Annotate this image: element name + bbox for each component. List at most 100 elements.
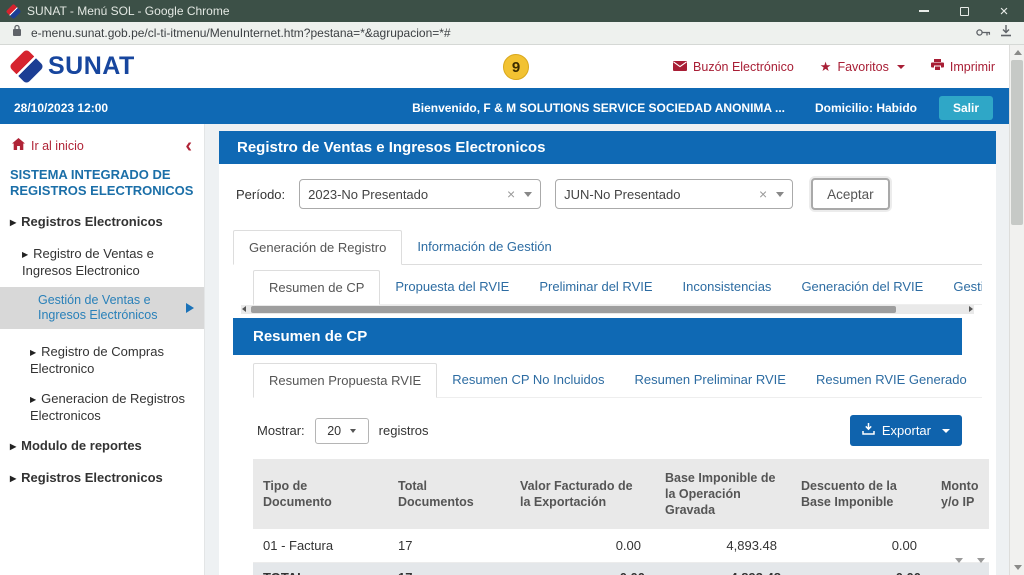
table-header-row: Tipo de Documento Total Documentos Valor… xyxy=(253,459,989,529)
col-base-imponible: Base Imponible de la Operación Gravada xyxy=(655,459,791,529)
lock-icon[interactable] xyxy=(12,24,22,42)
exportar-button[interactable]: Exportar xyxy=(850,415,962,446)
subtab-resumen-preliminar-rvie[interactable]: Resumen Preliminar RVIE xyxy=(619,363,800,397)
tab-gestion-de-ajustes[interactable]: Gestión de Ajustes Posteri xyxy=(938,270,982,304)
welcome-bar: 28/10/2023 12:00 Bienvenido, F & M SOLUT… xyxy=(0,92,1009,124)
triangle-right-icon: ▶ xyxy=(22,247,28,262)
sidebar-item-registros-electronicos-2[interactable]: ▶Registros Electronicos xyxy=(0,470,204,487)
favoritos-menu[interactable]: ★ Favoritos xyxy=(820,60,905,74)
main-tabs: Generación de Registro Información de Ge… xyxy=(233,230,982,265)
sidebar-collapse-icon[interactable]: ‹ xyxy=(185,141,192,151)
periodo-year-select[interactable]: 2023-No Presentado × xyxy=(299,179,541,209)
col-tipo-documento: Tipo de Documento xyxy=(253,459,388,529)
sunat-favicon xyxy=(6,3,22,19)
resumen-table: Tipo de Documento Total Documentos Valor… xyxy=(253,459,989,575)
triangle-right-icon: ▶ xyxy=(10,471,16,486)
table-scroll-carets[interactable] xyxy=(955,558,985,563)
buzon-electronico-link[interactable]: Buzón Electrónico xyxy=(673,60,794,74)
vertical-scrollbar[interactable] xyxy=(1009,45,1024,575)
clear-icon[interactable]: × xyxy=(759,186,767,202)
col-total-documentos: Total Documentos xyxy=(388,459,510,529)
minimize-icon xyxy=(919,10,929,12)
subtab-resumen-cp-no-incluidos[interactable]: Resumen CP No Incluidos xyxy=(437,363,619,397)
brand-name: SUNAT xyxy=(48,52,135,81)
browser-titlebar: SUNAT - Menú SOL - Google Chrome × xyxy=(0,0,1024,22)
close-icon: × xyxy=(1000,4,1009,19)
chevron-down-icon xyxy=(350,429,356,433)
tab-preliminar-del-rvie[interactable]: Preliminar del RVIE xyxy=(524,270,667,304)
subtab-resumen-propuesta-rvie[interactable]: Resumen Propuesta RVIE xyxy=(253,363,437,398)
envelope-icon xyxy=(673,60,687,74)
datetime: 28/10/2023 12:00 xyxy=(14,101,108,115)
key-icon[interactable] xyxy=(976,24,991,42)
sidebar-item-generacion-registros[interactable]: ▶Generacion de Registros Electronicos xyxy=(0,391,204,423)
sidebar-item-registro-ventas[interactable]: ▶Registro de Ventas e Ingresos Electroni… xyxy=(0,246,204,278)
sunat-logo-icon xyxy=(9,49,44,84)
tab-generacion-de-registro[interactable]: Generación de Registro xyxy=(233,230,402,265)
imprimir-link[interactable]: Imprimir xyxy=(931,59,995,74)
aceptar-button[interactable]: Aceptar xyxy=(811,178,890,210)
welcome-message: Bienvenido, F & M SOLUTIONS SERVICE SOCI… xyxy=(412,101,785,115)
main-content: Registro de Ventas e Ingresos Electronic… xyxy=(205,124,1009,575)
tab-generacion-del-rvie[interactable]: Generación del RVIE xyxy=(786,270,938,304)
chevron-down-icon xyxy=(897,65,905,69)
table-row: 01 - Factura 17 0.00 4,893.48 0.00 xyxy=(253,529,989,563)
url-bar: e-menu.sunat.gob.pe/cl-ti-itmenu/MenuInt… xyxy=(0,22,1024,45)
close-button[interactable]: × xyxy=(984,0,1024,22)
printer-icon xyxy=(931,59,944,74)
sunat-logo[interactable]: SUNAT xyxy=(14,52,135,81)
tab-resumen-de-cp[interactable]: Resumen de CP xyxy=(253,270,380,305)
sidebar-system-title: SISTEMA INTEGRADO DE REGISTROS ELECTRONI… xyxy=(10,167,194,199)
triangle-right-icon: ▶ xyxy=(10,215,16,230)
table-total-row: TOTAL: 17 0.00 4,893.48 0.00 xyxy=(253,563,989,575)
sub-tabs: Resumen de CP Propuesta del RVIE Prelimi… xyxy=(253,270,982,305)
sidebar: Ir al inicio ‹ SISTEMA INTEGRADO DE REGI… xyxy=(0,124,205,575)
triangle-right-icon: ▶ xyxy=(10,439,16,454)
resumen-subtabs: Resumen Propuesta RVIE Resumen CP No Inc… xyxy=(253,363,982,398)
sidebar-item-home[interactable]: Ir al inicio xyxy=(31,139,84,153)
sidebar-item-registros-electronicos[interactable]: ▶Registros Electronicos xyxy=(0,214,204,231)
page-size-select[interactable]: 20 xyxy=(315,418,369,444)
periodo-label: Período: xyxy=(236,187,285,202)
url-input[interactable]: e-menu.sunat.gob.pe/cl-ti-itmenu/MenuInt… xyxy=(31,26,967,40)
scroll-down-icon[interactable] xyxy=(1014,565,1022,570)
scroll-right-icon[interactable] xyxy=(969,306,973,312)
notification-badge[interactable]: 9 xyxy=(503,54,529,80)
domicilio-status: Domicilio: Habido xyxy=(815,101,917,115)
subtab-resumen-rvie-generado[interactable]: Resumen RVIE Generado xyxy=(801,363,982,397)
periodo-month-select[interactable]: JUN-No Presentado × xyxy=(555,179,793,209)
col-descuento-base: Descuento de la Base Imponible xyxy=(791,459,931,529)
salir-button[interactable]: Salir xyxy=(939,96,993,120)
triangle-right-icon: ▶ xyxy=(30,392,36,407)
sidebar-item-registro-compras[interactable]: ▶Registro de Compras Electronico xyxy=(0,344,204,376)
sidebar-item-modulo-reportes[interactable]: ▶Modulo de reportes xyxy=(0,438,204,455)
maximize-button[interactable] xyxy=(944,0,984,22)
minimize-button[interactable] xyxy=(904,0,944,22)
tab-propuesta-del-rvie[interactable]: Propuesta del RVIE xyxy=(380,270,524,304)
tab-informacion-de-gestion[interactable]: Información de Gestión xyxy=(402,230,566,264)
chevron-down-icon xyxy=(524,192,532,197)
col-valor-facturado: Valor Facturado de la Exportación xyxy=(510,459,655,529)
horizontal-scrollbar[interactable] xyxy=(241,305,974,314)
scrollbar-thumb[interactable] xyxy=(1011,60,1023,225)
mostrar-label: Mostrar: xyxy=(257,423,305,438)
scrollbar-thumb[interactable] xyxy=(251,306,896,313)
chevron-right-icon xyxy=(186,303,194,313)
tab-inconsistencias[interactable]: Inconsistencias xyxy=(668,270,787,304)
star-icon: ★ xyxy=(820,60,832,73)
window-title: SUNAT - Menú SOL - Google Chrome xyxy=(27,4,896,18)
page-title: Registro de Ventas e Ingresos Electronic… xyxy=(219,131,996,164)
triangle-right-icon: ▶ xyxy=(30,345,36,360)
scroll-up-icon[interactable] xyxy=(1014,50,1022,55)
registros-label: registros xyxy=(379,423,429,438)
chevron-down-icon xyxy=(942,429,950,433)
sidebar-item-gestion-ventas-active[interactable]: Gestión de Ventas e Ingresos Electrónico… xyxy=(0,287,204,329)
download-icon[interactable] xyxy=(1000,24,1012,42)
scroll-left-icon[interactable] xyxy=(242,306,246,312)
chevron-down-icon xyxy=(776,192,784,197)
home-icon xyxy=(12,138,25,153)
col-monto: Montoy/o IP xyxy=(931,459,989,529)
export-download-icon xyxy=(862,423,875,438)
clear-icon[interactable]: × xyxy=(507,186,515,202)
maximize-icon xyxy=(960,7,969,16)
